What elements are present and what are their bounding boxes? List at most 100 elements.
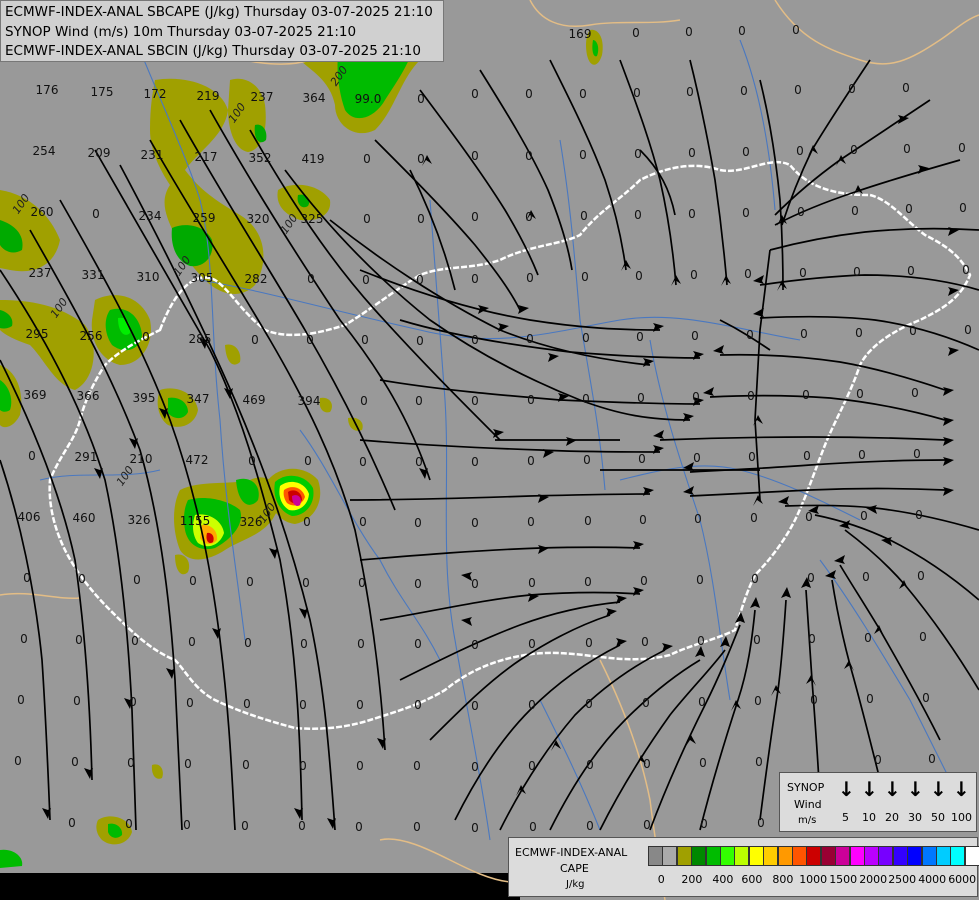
value-label: 0	[303, 515, 311, 529]
value-label: 0	[246, 575, 254, 589]
cape-tick-label: 2000	[859, 873, 888, 886]
value-label: 0	[797, 205, 805, 219]
wind-legend: SYNOP Wind m/s ↓ 5 ↓ 10 ↓ 20 ↓ 30 ↓ 50 ↓ 100	[779, 772, 977, 832]
cape-color-swatch	[907, 846, 923, 866]
value-label: 0	[414, 516, 422, 530]
value-label: 0	[183, 818, 191, 832]
value-label: 0	[580, 209, 588, 223]
value-label: 169	[569, 27, 592, 41]
cape-color-swatch	[950, 846, 966, 866]
value-label: 231	[141, 148, 164, 162]
down-arrow-icon: ↓	[953, 777, 970, 801]
value-label: 0	[583, 453, 591, 467]
value-label: 0	[585, 697, 593, 711]
value-label: 0	[584, 514, 592, 528]
value-label: 0	[748, 450, 756, 464]
value-label: 172	[144, 87, 167, 101]
value-label: 0	[414, 577, 422, 591]
value-label: 0	[471, 577, 479, 591]
value-label: 331	[82, 268, 105, 282]
value-label: 237	[29, 266, 52, 280]
value-label: 0	[753, 633, 761, 647]
value-label: 0	[962, 263, 970, 277]
value-label: 0	[127, 756, 135, 770]
cape-color-swatch	[835, 846, 851, 866]
value-label: 0	[243, 697, 251, 711]
value-label: 0	[581, 270, 589, 284]
value-label: 0	[699, 756, 707, 770]
value-label: 0	[690, 268, 698, 282]
value-label: 0	[582, 331, 590, 345]
value-label: 260	[31, 205, 54, 219]
value-label: 0	[417, 92, 425, 106]
value-label: 219	[197, 89, 220, 103]
value-label: 0	[415, 455, 423, 469]
value-label: 0	[528, 576, 536, 590]
cape-legend-unit: J/kg	[566, 879, 585, 890]
value-label: 0	[802, 388, 810, 402]
value-label: 0	[356, 698, 364, 712]
cape-tick-label: 800	[772, 873, 794, 886]
value-label: 0	[794, 83, 802, 97]
value-label: 0	[917, 569, 925, 583]
cape-tick-label: 1000	[799, 873, 828, 886]
value-label: 0	[643, 757, 651, 771]
value-label: 0	[700, 817, 708, 831]
wind-legend-unit: m/s	[798, 815, 817, 826]
cape-legend-label-source: ECMWF-INDEX-ANAL	[515, 846, 628, 859]
value-label: 472	[186, 453, 209, 467]
value-label: 0	[911, 386, 919, 400]
value-label: 0	[851, 204, 859, 218]
value-label: 282	[245, 272, 268, 286]
value-label: 0	[692, 390, 700, 404]
value-label: 0	[471, 516, 479, 530]
value-label: 0	[360, 394, 368, 408]
value-label: 0	[755, 755, 763, 769]
cape-tick-label: 6000	[948, 873, 977, 886]
value-label: 0	[133, 573, 141, 587]
value-label: 0	[189, 574, 197, 588]
value-label: 406	[18, 510, 41, 524]
wind-legend-value: 20	[885, 811, 899, 824]
value-label: 0	[922, 691, 930, 705]
cape-color-swatch	[849, 846, 865, 866]
value-label: 0	[738, 24, 746, 38]
value-label: 0	[757, 816, 765, 830]
value-label: 0	[582, 392, 590, 406]
cape-color-swatch	[936, 846, 951, 866]
value-label: 0	[643, 818, 651, 832]
value-label: 0	[306, 333, 314, 347]
value-label: 0	[685, 25, 693, 39]
value-label: 0	[363, 212, 371, 226]
cape-color-swatch	[806, 846, 822, 866]
value-label: 0	[298, 819, 306, 833]
wind-legend-value: 30	[908, 811, 922, 824]
cape-color-swatch	[691, 846, 707, 866]
cape-color-swatch	[820, 846, 836, 866]
value-label: 0	[584, 575, 592, 589]
cape-legend: ECMWF-INDEX-ANAL CAPE J/kg 0 200 400 600 800…	[508, 837, 979, 897]
value-label: 0	[413, 759, 421, 773]
cape-color-swatch	[648, 846, 663, 866]
value-label: 0	[688, 207, 696, 221]
value-label: 0	[417, 212, 425, 226]
value-label: 0	[742, 145, 750, 159]
value-label: 0	[905, 202, 913, 216]
value-label: 291	[75, 450, 98, 464]
value-label: 0	[359, 515, 367, 529]
value-label: 0	[142, 330, 150, 344]
value-label: 0	[754, 694, 762, 708]
value-label: 0	[856, 387, 864, 401]
value-label: 0	[919, 630, 927, 644]
value-label: 0	[78, 572, 86, 586]
value-label: 0	[129, 695, 137, 709]
value-label: 419	[302, 152, 325, 166]
value-label: 325	[301, 212, 324, 226]
value-label: 0	[740, 84, 748, 98]
title-sbcin: ECMWF-INDEX-ANAL SBCIN (J/kg) Thursday 0…	[5, 43, 421, 59]
value-label: 0	[415, 394, 423, 408]
value-label: 0	[184, 757, 192, 771]
cape-color-swatch	[763, 846, 779, 866]
value-label: 0	[471, 638, 479, 652]
value-label: 0	[73, 694, 81, 708]
